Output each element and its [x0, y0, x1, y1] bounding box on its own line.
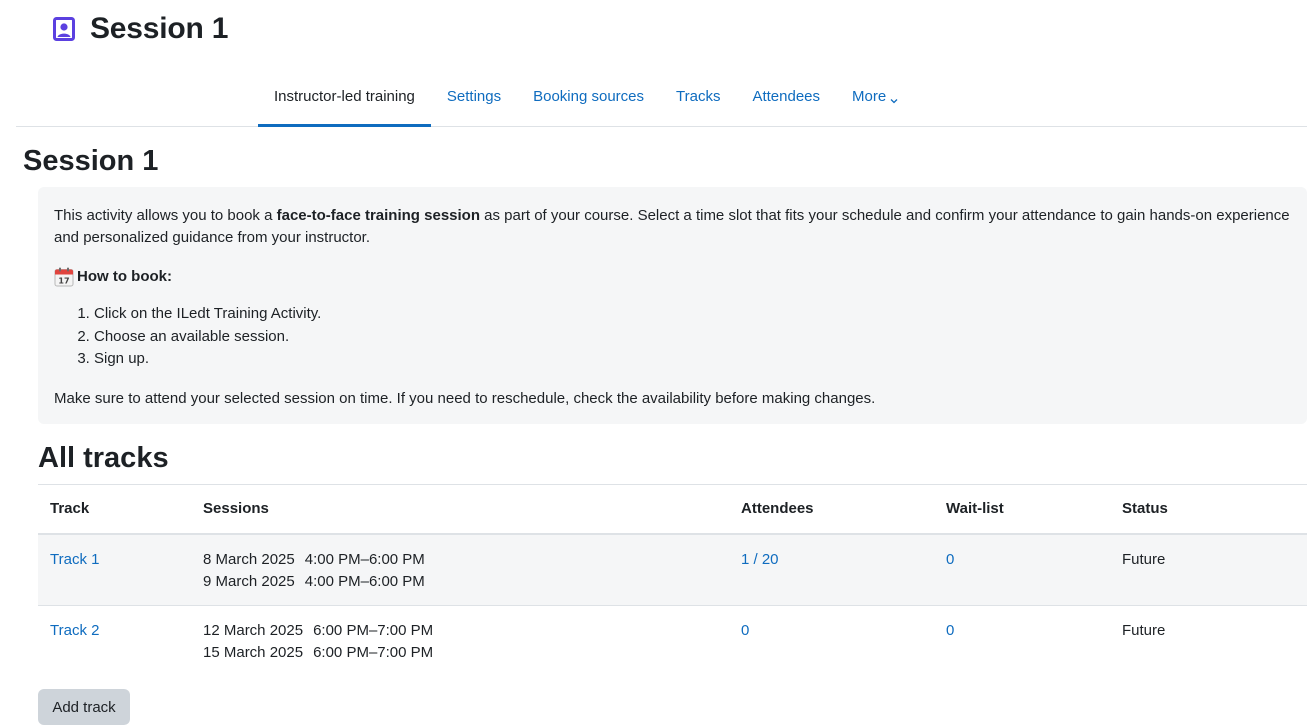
section-title: Session 1 [23, 145, 159, 177]
track-cell: Track 1 [38, 533, 191, 606]
activity-description: This activity allows you to book a face-… [38, 187, 1307, 424]
waitlist-link[interactable]: 0 [946, 622, 954, 639]
session-time: 6:00 PM–7:00 PM [313, 643, 434, 661]
session-entry: 15 March 2025 6:00 PM–7:00 PM [203, 642, 717, 664]
tab-label: Settings [446, 87, 502, 105]
column-header-wait-list: Wait-list [934, 484, 1110, 535]
tab-settings[interactable]: Settings [431, 65, 517, 127]
list-item: Choose an available session. [94, 326, 1291, 349]
track-link[interactable]: Track 1 [50, 551, 99, 568]
session-date: 9 March 2025 [203, 572, 295, 590]
tab-label: Tracks [676, 87, 721, 105]
tab-tracks[interactable]: Tracks [660, 65, 736, 127]
how-to-book-label: How to book: [77, 268, 172, 285]
tab-attendees[interactable]: Attendees [736, 65, 836, 127]
session-time: 4:00 PM–6:00 PM [304, 572, 425, 590]
page-title: Session 1 [90, 12, 229, 45]
attendees-link[interactable]: 0 [741, 622, 749, 639]
chevron-down-icon [890, 92, 898, 104]
waitlist-cell: 0 [934, 533, 1110, 606]
session-date: 8 March 2025 [203, 550, 295, 568]
column-header-track: Track [38, 484, 191, 535]
intro-text-start: This activity allows you to book a [54, 207, 277, 224]
table-row: Track 1 8 March 2025 4:00 PM–6:00 PM 9 Ma… [38, 533, 1307, 606]
nav-tabs: Instructor-led training Settings Booking… [258, 65, 914, 127]
tab-label: Attendees [752, 87, 821, 105]
booking-steps: Click on the ILedt Training Activity. Ch… [94, 303, 1291, 371]
attendees-cell: 0 [729, 605, 934, 676]
session-date: 15 March 2025 [203, 643, 304, 661]
tracks-table: Track Sessions Attendees Wait-list Statu… [38, 484, 1307, 676]
calendar-icon: 17 [54, 267, 74, 287]
session-entry: 9 March 2025 4:00 PM–6:00 PM [203, 571, 717, 593]
add-track-button[interactable]: Add track [38, 689, 130, 725]
status-cell: Future [1110, 533, 1307, 606]
secondary-navigation: Instructor-led training Settings Booking… [16, 65, 1307, 127]
sessions-cell: 12 March 2025 6:00 PM–7:00 PM 15 March 20… [191, 605, 729, 676]
column-header-attendees: Attendees [729, 484, 934, 535]
tab-label: Booking sources [533, 87, 645, 105]
tab-label: More [852, 87, 887, 105]
page: Session 1 Instructor-led training Settin… [0, 0, 1307, 725]
attendees-cell: 1 / 20 [729, 533, 934, 606]
tab-more-dropdown[interactable]: More [836, 65, 914, 127]
waitlist-link[interactable]: 0 [946, 551, 954, 568]
closing-paragraph: Make sure to attend your selected sessio… [54, 389, 876, 407]
track-cell: Track 2 [38, 605, 191, 676]
session-time: 4:00 PM–6:00 PM [304, 550, 425, 568]
list-item: Click on the ILedt Training Activity. [94, 303, 1291, 326]
page-header: Session 1 [52, 12, 228, 46]
list-item: Sign up. [94, 348, 1291, 371]
track-link[interactable]: Track 2 [50, 622, 99, 639]
attendees-link[interactable]: 1 / 20 [741, 551, 779, 568]
how-to-book-heading: 17 How to book: [54, 266, 1291, 288]
sessions-cell: 8 March 2025 4:00 PM–6:00 PM 9 March 2025… [191, 533, 729, 606]
tracks-title: All tracks [38, 442, 169, 474]
tab-instructor-led-training[interactable]: Instructor-led training [258, 65, 431, 127]
tab-booking-sources[interactable]: Booking sources [517, 65, 660, 127]
session-time: 6:00 PM–7:00 PM [313, 621, 434, 639]
table-row: Track 2 12 March 2025 6:00 PM–7:00 PM 15 … [38, 605, 1307, 676]
intro-text-bold: face-to-face training session [276, 207, 480, 224]
session-date: 12 March 2025 [203, 621, 304, 639]
column-header-status: Status [1110, 484, 1307, 535]
tab-label: Instructor-led training [274, 87, 415, 105]
status-cell: Future [1122, 621, 1166, 639]
svg-text:17: 17 [58, 277, 69, 286]
activity-person-icon [52, 17, 76, 41]
table-header-row: Track Sessions Attendees Wait-list Statu… [38, 484, 1307, 535]
waitlist-cell: 0 [934, 605, 1110, 676]
session-entry: 12 March 2025 6:00 PM–7:00 PM [203, 620, 717, 642]
intro-paragraph: This activity allows you to book a face-… [54, 205, 1291, 249]
session-entry: 8 March 2025 4:00 PM–6:00 PM [203, 549, 717, 571]
column-header-sessions: Sessions [191, 484, 729, 535]
